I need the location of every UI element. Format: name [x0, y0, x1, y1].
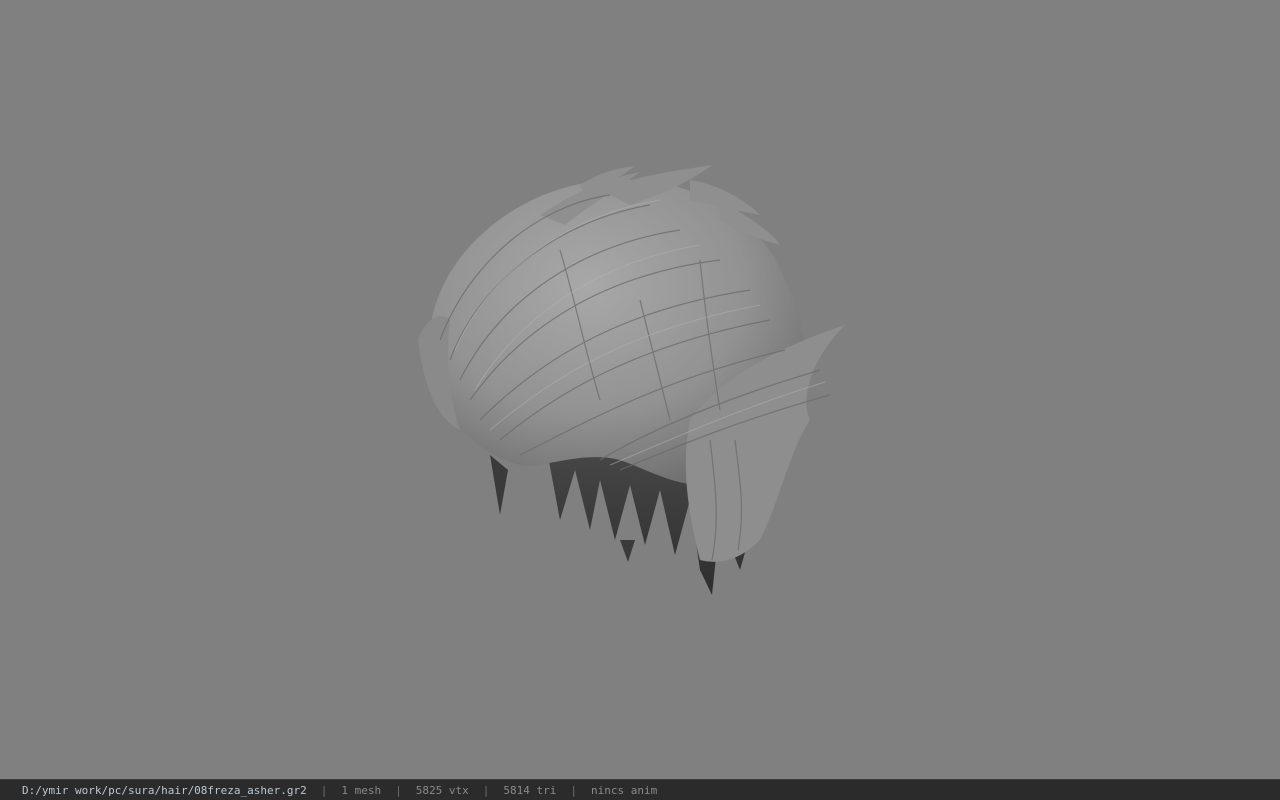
- hair-model-render[interactable]: [0, 0, 1280, 779]
- status-bar: D:/ymir work/pc/sura/hair/08freza_asher.…: [0, 779, 1280, 800]
- status-separator: |: [482, 783, 490, 797]
- status-file-path: D:/ymir work/pc/sura/hair/08freza_asher.…: [22, 783, 307, 797]
- status-vertex-count: 5825 vtx: [415, 783, 469, 797]
- hair-main-mass: [418, 179, 845, 562]
- status-triangle-count: 5814 tri: [503, 783, 557, 797]
- status-separator: |: [320, 783, 328, 797]
- status-anim-status: nincs anim: [591, 783, 658, 797]
- status-mesh-count: 1 mesh: [341, 783, 382, 797]
- 3d-viewport[interactable]: [0, 0, 1280, 779]
- status-separator: |: [395, 783, 402, 797]
- status-separator: |: [570, 783, 577, 797]
